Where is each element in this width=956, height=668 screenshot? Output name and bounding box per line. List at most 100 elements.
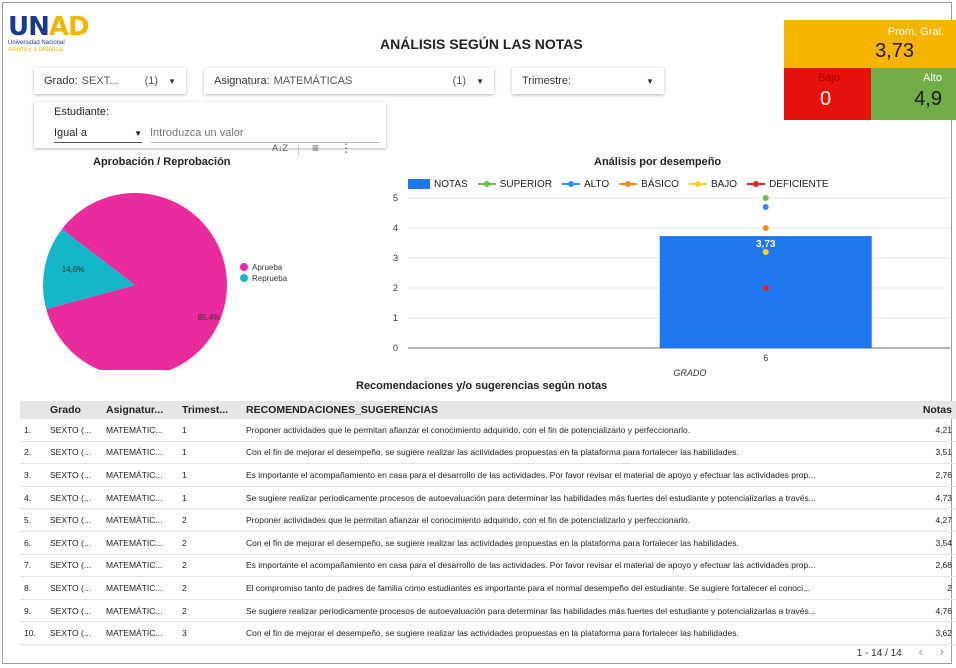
row-asignatura: MATEMÁTIC... — [102, 508, 178, 532]
row-nota: 2,68 — [916, 554, 956, 578]
row-trimestre: 1 — [178, 419, 242, 442]
legend-label: NOTAS — [434, 178, 468, 190]
row-asignatura: MATEMÁTIC... — [102, 621, 178, 645]
row-nota: 3,51 — [916, 441, 956, 465]
kpi-prom-gral: Prom. Gral. 3,73 — [784, 20, 956, 68]
row-trimestre: 1 — [178, 463, 242, 487]
point-bajo[interactable] — [762, 249, 769, 255]
row-nota: 4,21 — [916, 419, 956, 442]
chevron-down-icon: ▼ — [134, 128, 142, 138]
y-tick-label: 3 — [393, 253, 398, 263]
sort-az-icon[interactable]: A↓Z — [272, 143, 288, 153]
filter-trimestre[interactable]: Trimestre: ▼ — [512, 68, 664, 94]
filter-asignatura-label: Asignatura: — [214, 75, 270, 87]
table-row[interactable]: 6. SEXTO (... MATEMÁTIC... 2 Con el fin de m… — [20, 531, 956, 555]
row-trimestre: 1 — [178, 486, 242, 510]
row-index: 7. — [20, 554, 46, 578]
row-recomendacion: Se sugiere realizar periodicamente proce… — [242, 486, 916, 510]
student-filter: Estudiante: Igual a ▼ — [34, 102, 386, 148]
pie-data-label: 14,6% — [62, 265, 85, 274]
kpi-alto-value: 4,9 — [914, 88, 942, 110]
col-header-recomendaciones[interactable]: RECOMENDACIONES_SUGERENCIAS — [242, 401, 916, 419]
row-index: 3. — [20, 463, 46, 487]
logo-line-2: Abierta y a Distancia — [8, 47, 64, 53]
row-recomendacion: Con el fin de mejorar el desempeño, se s… — [242, 621, 916, 645]
row-recomendacion: Proponer actividades que le permitan afi… — [242, 419, 916, 442]
legend-item-deficiente[interactable]: DEFICIENTE — [747, 178, 829, 190]
row-asignatura: MATEMÁTIC... — [102, 531, 178, 555]
pie-chart: 85,4% 14,6% Aprueba Reprueba — [42, 193, 288, 370]
student-operator-select[interactable]: Igual a ▼ — [54, 124, 142, 143]
col-header-asignatura[interactable]: Asignatur... — [102, 401, 178, 419]
col-header-trimestre[interactable]: Trimest... — [178, 401, 242, 419]
row-nota: 3,54 — [916, 531, 956, 555]
col-header-notas[interactable]: Notas — [916, 401, 956, 419]
y-tick-label: 0 — [393, 343, 398, 353]
point-alto[interactable] — [762, 204, 769, 210]
legend-label: BÁSICO — [641, 178, 679, 190]
table-row[interactable]: 8. SEXTO (... MATEMÁTIC... 2 El compromiso t… — [20, 576, 956, 600]
legend-label: DEFICIENTE — [769, 178, 829, 190]
row-recomendacion: Es importante el acompañamiento en casa … — [242, 463, 916, 487]
col-header-grado[interactable]: Grado — [46, 401, 102, 419]
legend-item-alto[interactable]: ALTO — [561, 179, 609, 190]
legend-marker — [240, 263, 248, 271]
legend-swatch — [619, 179, 638, 189]
row-grado: SEXTO (... — [46, 441, 102, 465]
filter-grado[interactable]: Grado: SEXT... (1) ▼ — [34, 68, 186, 94]
kpi-prom-label: Prom. Gral. — [887, 26, 944, 38]
row-grado: SEXTO (... — [46, 599, 102, 623]
table-row[interactable]: 9. SEXTO (... MATEMÁTIC... 2 Se sugiere real… — [20, 599, 956, 623]
table-row[interactable]: 1. SEXTO (... MATEMÁTIC... 1 Proponer activi… — [20, 419, 956, 442]
point-básico[interactable] — [762, 225, 769, 231]
row-asignatura: MATEMÁTIC... — [102, 419, 178, 442]
table-row[interactable]: 2. SEXTO (... MATEMÁTIC... 1 Con el fin de m… — [20, 441, 956, 465]
table-row[interactable]: 7. SEXTO (... MATEMÁTIC... 2 Es importante e… — [20, 554, 956, 578]
row-trimestre: 1 — [178, 441, 242, 465]
legend-label: BAJO — [710, 178, 738, 190]
point-deficiente[interactable] — [762, 285, 769, 291]
row-nota: 4,73 — [916, 486, 956, 510]
chevron-left-icon[interactable]: ‹ — [919, 644, 923, 659]
filter-asignatura[interactable]: Asignatura: MATEMÁTICAS (1) ▼ — [204, 68, 494, 94]
row-asignatura: MATEMÁTIC... — [102, 554, 178, 578]
row-trimestre: 3 — [178, 621, 242, 645]
row-index: 1. — [20, 419, 46, 442]
bar-data-label: 3,73 — [756, 239, 776, 250]
legend-marker — [240, 274, 248, 282]
table-row[interactable]: 4. SEXTO (... MATEMÁTIC... 1 Se sugiere real… — [20, 486, 956, 510]
x-axis-label: GRADO — [673, 368, 706, 378]
legend-item-superior[interactable]: SUPERIOR — [477, 178, 552, 190]
row-recomendacion: Es importante el acompañamiento en casa … — [242, 554, 916, 578]
legend-label-reprueba: Reprueba — [252, 274, 288, 283]
more-vert-icon[interactable]: ⋮ — [340, 141, 352, 155]
point-superior[interactable] — [762, 195, 769, 201]
pie-data-label: 85,4% — [198, 313, 221, 322]
row-index: 10. — [20, 621, 46, 645]
legend-item-notas[interactable]: NOTAS — [408, 179, 468, 190]
filter-grado-value: SEXT... — [81, 75, 119, 87]
table-row[interactable]: 10. SEXTO (... MATEMÁTIC... 3 Con el fin de … — [20, 621, 956, 645]
kpi-alto: Alto 4,9 — [871, 68, 956, 120]
kpi-alto-label: Alto — [923, 72, 942, 84]
legend-label: SUPERIOR — [499, 178, 552, 190]
row-recomendacion: El compromiso tanto de padres de familia… — [242, 576, 916, 600]
row-index: 5. — [20, 508, 46, 532]
row-nota: 2,76 — [916, 463, 956, 487]
filter-icon[interactable]: ≡ — [312, 141, 319, 155]
logo-text-accent: AD — [48, 12, 90, 42]
pagination-label: 1 - 14 / 14 — [856, 648, 902, 659]
legend-item-básico[interactable]: BÁSICO — [619, 179, 679, 190]
col-header-index — [20, 401, 46, 419]
y-tick-label: 1 — [393, 313, 398, 323]
row-grado: SEXTO (... — [46, 508, 102, 532]
legend-item-bajo[interactable]: BAJO — [688, 178, 738, 190]
chevron-right-icon[interactable]: › — [940, 644, 944, 659]
table-row[interactable]: 3. SEXTO (... MATEMÁTIC... 1 Es importante e… — [20, 463, 956, 487]
bar-chart: 0 1 2 3 4 5 3,73 6 GRADO — [393, 193, 950, 378]
legend-swatch — [688, 179, 707, 189]
table-row[interactable]: 5. SEXTO (... MATEMÁTIC... 2 Proponer activi… — [20, 508, 956, 532]
chevron-down-icon: ▼ — [168, 76, 176, 86]
row-grado: SEXTO (... — [46, 554, 102, 578]
legend-swatch — [408, 179, 430, 189]
